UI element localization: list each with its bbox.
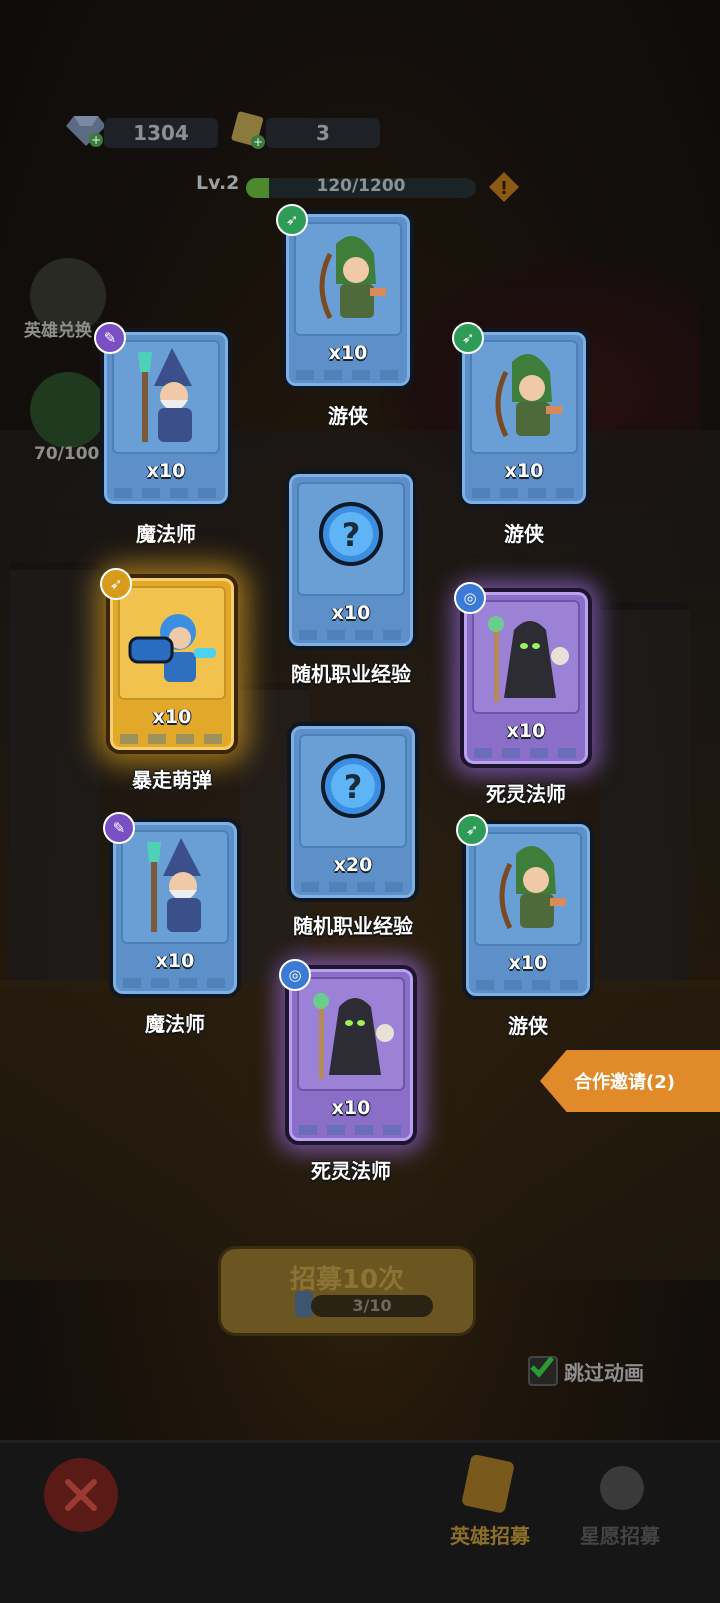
card-quantity: x10 (152, 706, 192, 728)
card-portrait (294, 222, 402, 336)
card-name: 游侠 (504, 522, 544, 546)
gem-icon: + (66, 116, 106, 147)
card-portrait: ? (297, 482, 405, 596)
card-name: 游侠 (508, 1014, 548, 1038)
card-name: 死灵法师 (486, 782, 566, 806)
star-progress-button[interactable] (30, 372, 106, 448)
wizard-art (147, 838, 201, 932)
cannon-hero-art (128, 614, 216, 682)
gem-count: 1304 (104, 118, 218, 148)
bow-icon: ➶ (276, 204, 308, 236)
ticket-count: 3 (266, 118, 380, 148)
card-pattern (120, 734, 224, 744)
warning-icon[interactable]: ! (487, 170, 521, 204)
tab-hero-recruit[interactable]: 英雄招募 (450, 1520, 530, 1549)
reward-card[interactable]: ? x20 (287, 722, 419, 902)
exp-orb-icon: ? (321, 754, 385, 818)
reward-card[interactable]: x10 ✎ (94, 322, 232, 508)
ranger-art (499, 846, 566, 930)
exp-orb-icon: ? (319, 502, 383, 566)
coop-invite-label: 合作邀请(2) (574, 1072, 675, 1093)
hero-exchange-label: 英雄兑换 (24, 321, 92, 341)
card-name: 随机职业经验 (293, 914, 413, 938)
ranger-art (495, 354, 562, 438)
card-pattern (114, 488, 218, 498)
star-progress-label: 70/100 (34, 444, 100, 464)
card-quantity: x10 (328, 342, 368, 364)
reward-card[interactable]: x10 ➶ (456, 814, 594, 1000)
bow-icon: ➶ (456, 814, 488, 846)
card-portrait (121, 830, 229, 944)
card-name: 暴走萌弹 (132, 768, 212, 792)
card-portrait: ? (299, 734, 407, 848)
card-quantity: x10 (504, 460, 544, 482)
wish-recruit-tab-icon (600, 1466, 644, 1510)
card-pattern (474, 748, 578, 758)
card-portrait (112, 340, 220, 454)
wand-icon: ✎ (94, 322, 126, 354)
card-pattern (472, 488, 576, 498)
card-pattern (299, 630, 403, 640)
card-pattern (301, 882, 405, 892)
card-quantity: x10 (155, 950, 195, 972)
card-portrait (472, 600, 580, 714)
reward-card[interactable]: x10 ✎ (103, 812, 241, 998)
card-portrait (297, 977, 405, 1091)
recruit-progress: 3/10 (311, 1295, 433, 1317)
bow-icon: ➶ (452, 322, 484, 354)
xp-text: 120/1200 (316, 176, 406, 196)
card-portrait (474, 832, 582, 946)
recruit-title: 招募10次 (289, 1265, 405, 1295)
card-quantity: x10 (146, 460, 186, 482)
level-label: Lv.2 (196, 172, 240, 194)
card-name: 游侠 (328, 404, 368, 428)
card-portrait (118, 586, 226, 700)
card-pattern (476, 980, 580, 990)
reward-card[interactable]: x10 ➶ (100, 568, 238, 754)
skip-animation-label: 跳过动画 (564, 1360, 644, 1385)
card-quantity: x10 (506, 720, 546, 742)
reward-card[interactable]: x10 ➶ (276, 204, 414, 390)
svg-text:?: ? (344, 768, 363, 806)
check-icon (530, 1356, 554, 1378)
close-button[interactable] (44, 1458, 118, 1532)
svg-text:?: ? (342, 516, 361, 554)
card-quantity: x20 (333, 854, 373, 876)
wizard-art (138, 348, 192, 442)
spiral-icon: ◎ (279, 959, 311, 991)
spiral-icon: ◎ (454, 582, 486, 614)
necromancer-art (488, 616, 569, 702)
card-pattern (299, 1125, 403, 1135)
crossed-swords-icon (65, 1479, 97, 1511)
skip-animation-toggle[interactable]: 跳过动画 (528, 1356, 644, 1386)
reward-card[interactable]: x10 ◎ (279, 959, 417, 1145)
svg-text:!: ! (500, 178, 508, 199)
card-quantity: x10 (331, 602, 371, 624)
card-name: 魔法师 (145, 1012, 205, 1036)
bow-icon: ➶ (100, 568, 132, 600)
reward-card[interactable]: ? x10 (285, 470, 417, 650)
card-pattern (296, 370, 400, 380)
necromancer-art (313, 993, 394, 1079)
reward-card[interactable]: x10 ◎ (454, 582, 592, 768)
wand-icon: ✎ (103, 812, 135, 844)
card-name: 随机职业经验 (291, 662, 411, 686)
card-quantity: x10 (331, 1097, 371, 1119)
reward-card[interactable]: x10 ➶ (452, 322, 590, 508)
card-name: 魔法师 (136, 522, 196, 546)
svg-text:+: + (253, 135, 263, 149)
card-name: 死灵法师 (311, 1159, 391, 1183)
card-quantity: x10 (508, 952, 548, 974)
svg-text:+: + (91, 133, 101, 147)
ranger-art (319, 236, 386, 320)
tab-wish-recruit[interactable]: 星愿招募 (580, 1520, 660, 1549)
card-portrait (470, 340, 578, 454)
ticket-icon: + (231, 111, 265, 149)
card-pattern (123, 978, 227, 988)
skip-animation-checkbox[interactable] (528, 1356, 558, 1386)
recruit-10-button[interactable]: 招募10次 3/10 (218, 1246, 476, 1336)
hero-recruit-tab-icon (462, 1454, 514, 1513)
